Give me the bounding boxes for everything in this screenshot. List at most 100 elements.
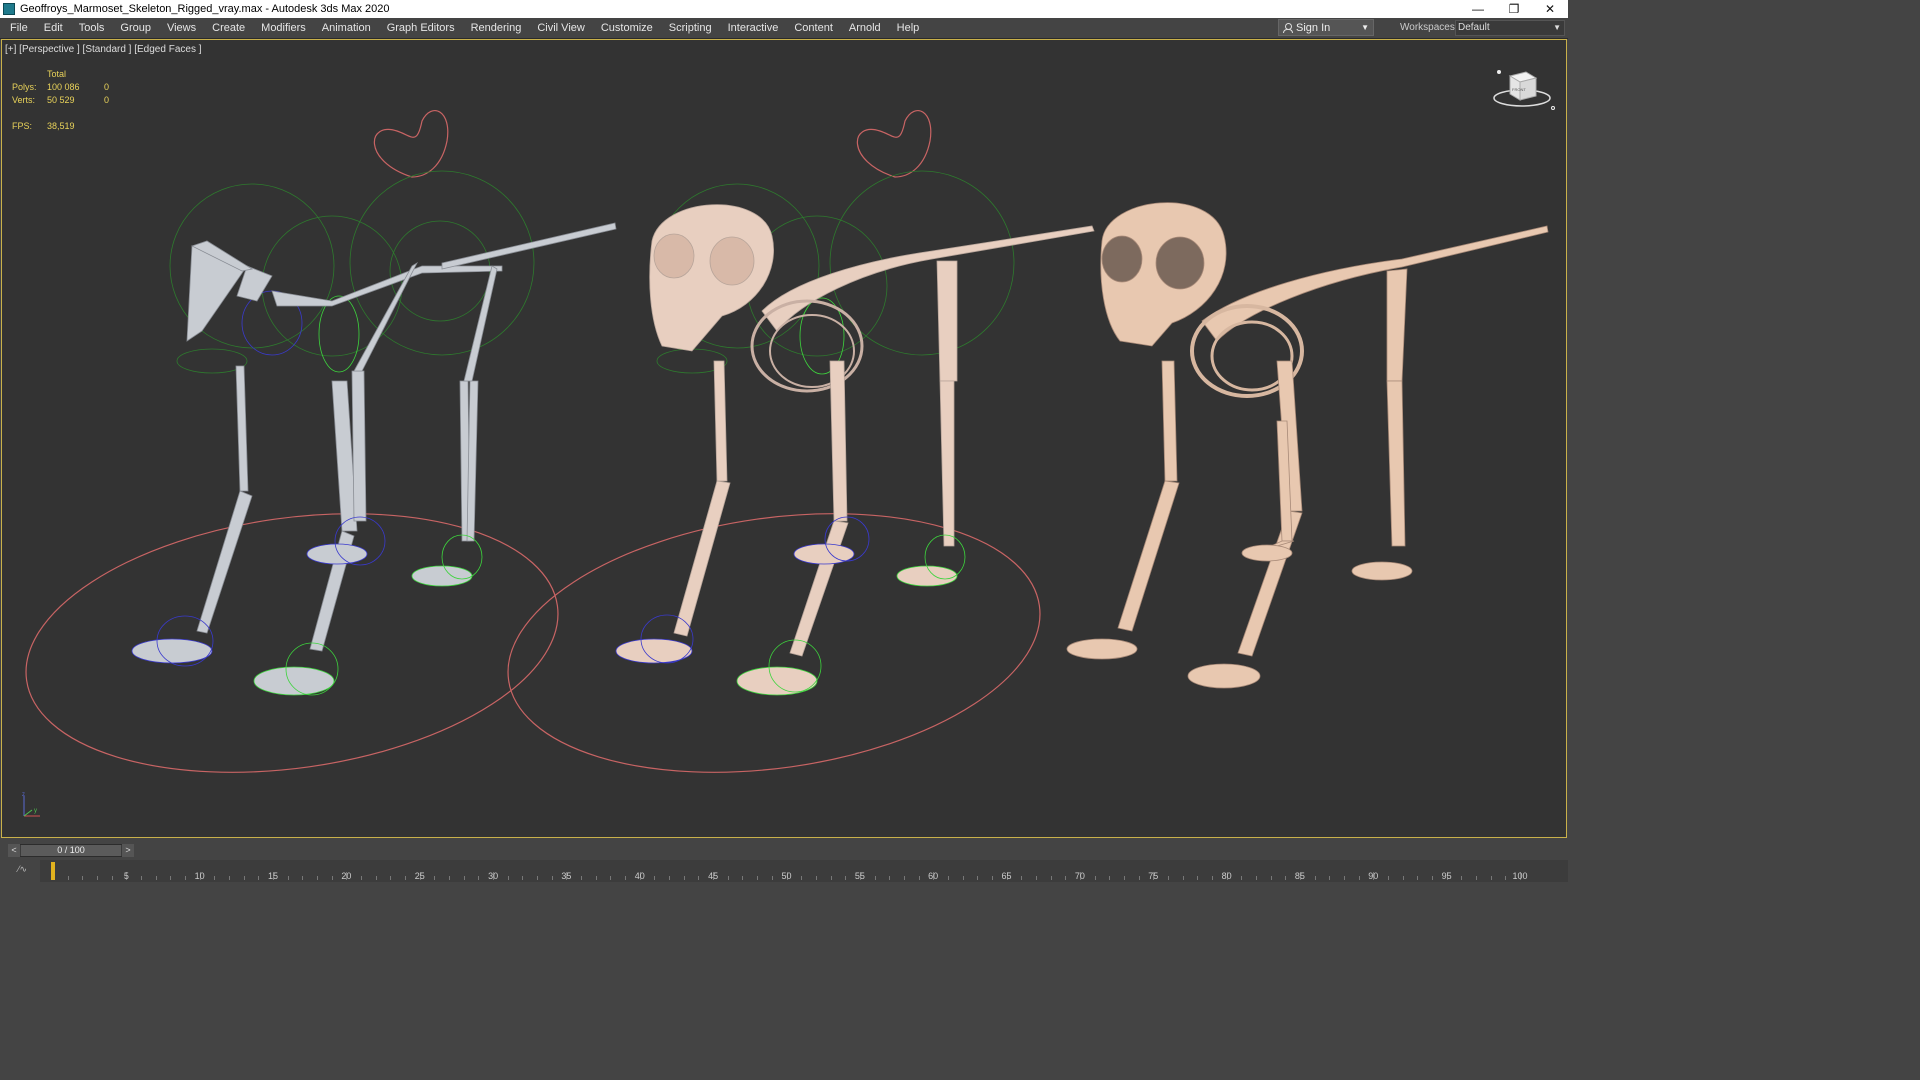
timeline-tick <box>654 876 656 880</box>
verts-value: 50 529 <box>47 95 75 105</box>
timeline-tick <box>1431 876 1433 880</box>
timeline-tick <box>1255 876 1257 880</box>
timeline-tick <box>185 876 187 880</box>
time-slider-prev-button[interactable]: < <box>8 844 20 857</box>
viewcube[interactable]: FRONT <box>1492 68 1556 112</box>
timeline-tick-label: 5 <box>123 871 129 881</box>
timeline-tick-label: 60 <box>928 871 939 881</box>
timeline-tick <box>1021 876 1023 880</box>
menu-interactive[interactable]: Interactive <box>720 18 787 38</box>
menu-scripting[interactable]: Scripting <box>661 18 720 38</box>
verts-label: Verts: <box>12 95 36 105</box>
title-bar: Geoffroys_Marmoset_Skeleton_Rigged_vray.… <box>0 0 1568 18</box>
timeline-tick-label: 75 <box>1148 871 1159 881</box>
timeline-tick <box>141 876 143 880</box>
timeline-tick <box>405 876 407 880</box>
window-controls: — ❐ ✕ <box>1460 0 1568 18</box>
timeline-panel: < 0 / 100 > ⁄∿ 5 10 15 20 25 30 35 40 45 50 55 60 65… <box>0 838 1568 882</box>
timeline-tick <box>1505 876 1507 880</box>
timeline-tick <box>1402 876 1404 880</box>
timeline-tick-label: 90 <box>1368 871 1379 881</box>
timeline-tick-label: 80 <box>1221 871 1232 881</box>
timeline-tick <box>97 876 98 880</box>
timeline-tick <box>1035 876 1037 880</box>
timeline-tick <box>1182 876 1184 880</box>
timeline-tick <box>918 876 920 880</box>
scene-canvas[interactable] <box>2 40 1567 838</box>
timeline-tick <box>742 876 744 880</box>
timeline-tick <box>537 876 539 880</box>
time-slider-next-button[interactable]: > <box>122 844 134 857</box>
timeline-tick-label: 30 <box>488 871 499 881</box>
axis-tripod-icon: z y <box>22 792 40 817</box>
menu-bar: File Edit Tools Group Views Create Modif… <box>0 18 1568 39</box>
close-button[interactable]: ✕ <box>1532 0 1568 18</box>
viewcube-label: FRONT <box>1512 87 1526 92</box>
menu-content[interactable]: Content <box>786 18 841 38</box>
menu-tools[interactable]: Tools <box>71 18 113 38</box>
timeline-tick <box>82 876 84 880</box>
menu-help[interactable]: Help <box>889 18 928 38</box>
timeline-tick <box>830 876 832 880</box>
timeline-tick <box>1123 876 1125 880</box>
menu-rendering[interactable]: Rendering <box>463 18 530 38</box>
menu-modifiers[interactable]: Modifiers <box>253 18 314 38</box>
timeline-tick <box>727 876 729 880</box>
timeline-tick <box>1417 876 1419 880</box>
timeline-tick-label: 55 <box>854 871 865 881</box>
menu-group[interactable]: Group <box>112 18 159 38</box>
curve-editor-icon[interactable]: ⁄∿ <box>18 864 27 875</box>
time-slider-thumb[interactable]: 0 / 100 <box>21 845 121 856</box>
timeline-tick <box>155 876 157 880</box>
timeline-tick <box>1285 876 1287 880</box>
timeline-tick-label: 40 <box>634 871 645 881</box>
menu-file[interactable]: File <box>0 18 36 38</box>
timeline-tick <box>302 876 304 880</box>
menu-create[interactable]: Create <box>204 18 253 38</box>
workspaces-label: Workspaces: <box>1400 22 1458 33</box>
sign-in-dropdown[interactable]: Sign In ▼ <box>1278 19 1374 36</box>
menu-graph-editors[interactable]: Graph Editors <box>379 18 463 38</box>
timeline-tick <box>361 876 363 880</box>
timeline-tick <box>522 876 524 880</box>
sign-in-label: Sign In <box>1296 21 1331 34</box>
timeline-tick <box>507 876 509 880</box>
timeline-tick <box>991 876 993 880</box>
viewport-label[interactable]: [+] [Perspective ] [Standard ] [Edged Fa… <box>5 44 202 55</box>
timeline-tick-label: 20 <box>341 871 352 881</box>
timeline-tick <box>669 876 671 880</box>
timeline-tick <box>889 876 891 880</box>
current-time-marker[interactable] <box>51 862 55 880</box>
viewcube-menu-icon <box>1551 106 1555 110</box>
svg-text:z: z <box>22 792 25 798</box>
menu-views[interactable]: Views <box>159 18 204 38</box>
timeline-tick <box>243 876 245 880</box>
stats-header: Total <box>47 69 67 79</box>
chevron-down-icon: ▼ <box>1361 23 1369 32</box>
timeline-tick-label: 25 <box>414 871 425 881</box>
menu-civil-view[interactable]: Civil View <box>529 18 592 38</box>
timeline-tick <box>801 876 803 880</box>
timeline-tick <box>214 876 216 880</box>
menu-edit[interactable]: Edit <box>36 18 71 38</box>
timeline-track[interactable]: 5 10 15 20 25 30 35 40 45 50 55 60 65 70 75 80 85 90 95 100 <box>40 860 1568 882</box>
timeline-tick <box>331 876 333 880</box>
timeline-tick <box>1109 876 1111 880</box>
menu-animation[interactable]: Animation <box>314 18 379 38</box>
restore-button[interactable]: ❐ <box>1496 0 1532 18</box>
menu-customize[interactable]: Customize <box>593 18 661 38</box>
timeline-tick <box>463 876 465 880</box>
timeline-tick <box>1461 876 1463 880</box>
timeline-tick-label: 95 <box>1441 871 1452 881</box>
timeline-tick <box>287 876 289 880</box>
verts-selected: 0 <box>104 95 110 105</box>
minimize-button[interactable]: — <box>1460 0 1496 18</box>
timeline-tick <box>170 876 172 880</box>
timeline-tick <box>1065 876 1067 880</box>
perspective-viewport[interactable]: [+] [Perspective ] [Standard ] [Edged Fa… <box>1 39 1567 838</box>
menu-arnold[interactable]: Arnold <box>841 18 889 38</box>
timeline-tick <box>229 876 231 880</box>
polys-selected: 0 <box>104 82 110 92</box>
workspace-select[interactable]: Default ▼ <box>1455 20 1565 36</box>
time-slider[interactable]: < 0 / 100 > <box>8 844 134 857</box>
